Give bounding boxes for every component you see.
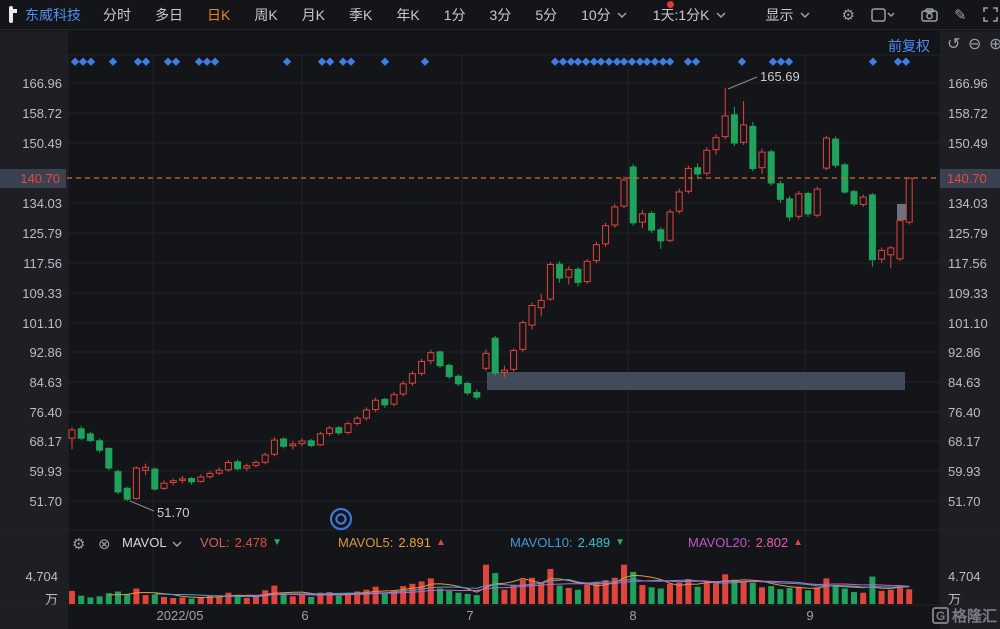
triangle-down-icon: ▼ xyxy=(272,537,282,548)
triangle-down-icon: ▼ xyxy=(615,537,625,548)
svg-text:165.69: 165.69 xyxy=(760,69,800,84)
grid-lines xyxy=(0,55,1000,605)
date-tick: 6 xyxy=(301,608,308,623)
triangle-up-icon: ▲ xyxy=(436,537,446,548)
event-markers[interactable] xyxy=(71,58,910,66)
svg-text:51.70: 51.70 xyxy=(157,505,190,520)
vol-value: 2.478 xyxy=(235,535,268,550)
mavol5-value: 2.891 xyxy=(398,535,431,550)
triangle-up-icon: ▲ xyxy=(793,537,803,548)
candles[interactable] xyxy=(69,88,912,501)
indicator-bar: ⚙ ⊗ MAVOL VOL: 2.478 ▼ MAVOL5: 2.891 ▲ M… xyxy=(0,533,1000,557)
indicator-settings-gear-icon[interactable]: ⚙ xyxy=(72,535,85,553)
watermark-circle-icon xyxy=(331,509,351,529)
last-price-tag: 140.70 xyxy=(940,169,1000,188)
last-price-tag: 140.70 xyxy=(0,169,66,188)
date-axis: 2022/05 6 7 8 9 xyxy=(0,608,1000,628)
stock-chart-app: 166.96158.72150.49134.03125.79117.56109.… xyxy=(0,0,1000,629)
logo-text: 格隆汇 xyxy=(952,605,997,626)
chevron-down-icon[interactable] xyxy=(172,535,182,550)
date-tick: 8 xyxy=(629,608,636,623)
vol-label: VOL: xyxy=(200,535,230,550)
mavol10-value: 2.489 xyxy=(578,535,611,550)
date-tick: 9 xyxy=(806,608,813,623)
mavol5-label: MAVOL5: xyxy=(338,535,393,550)
indicator-close-icon[interactable]: ⊗ xyxy=(98,535,111,553)
mavol10-label: MAVOL10: xyxy=(510,535,573,550)
mavol20-label: MAVOL20: xyxy=(688,535,751,550)
date-tick: 7 xyxy=(466,608,473,623)
price-annotations: 165.69 51.70 xyxy=(130,69,800,520)
indicator-name[interactable]: MAVOL xyxy=(122,535,167,550)
mavol20-value: 2.802 xyxy=(756,535,789,550)
date-tick: 2022/05 xyxy=(157,608,204,623)
gelonghui-logo: G 格隆汇 xyxy=(932,605,997,626)
logo-g-icon: G xyxy=(932,607,949,624)
